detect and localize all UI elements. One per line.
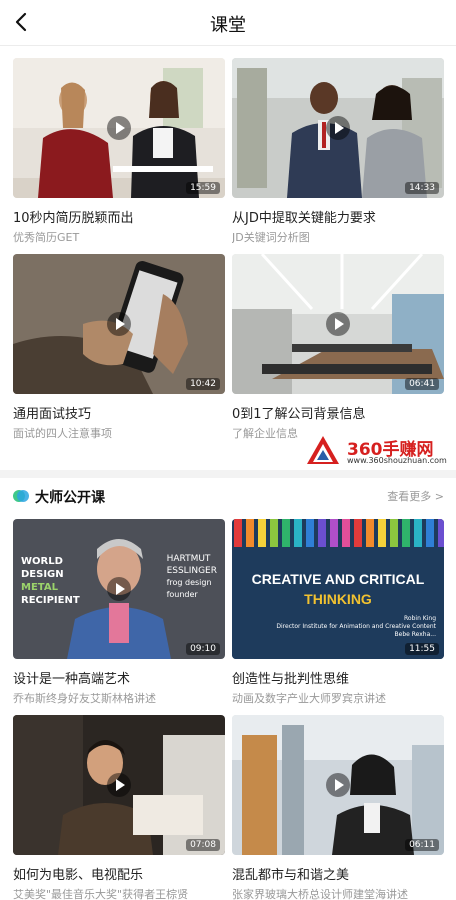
course-card[interactable]: 10:42 通用面试技巧 面试的四人注意事项 — [13, 254, 225, 441]
play-icon[interactable] — [326, 773, 350, 797]
master-class-icon — [13, 490, 29, 502]
watermark-url: www.360shouzhuan.com — [347, 456, 447, 465]
course-title: 从JD中提取关键能力要求 — [232, 211, 376, 226]
page-title: 课堂 — [210, 15, 246, 36]
duration-badge: 06:41 — [405, 378, 439, 390]
duration-badge: 10:42 — [186, 378, 220, 390]
thumb-caption-line: METAL — [21, 582, 58, 593]
thumb-caption-line: DESIGN — [21, 569, 64, 580]
course-card[interactable]: 14:33 从JD中提取关键能力要求 JD关键词分析图 — [232, 58, 444, 245]
top-nav-bar: 课堂 — [0, 0, 456, 46]
course-title: 0到1了解公司背景信息 — [232, 407, 366, 422]
duration-badge: 11:55 — [405, 643, 439, 655]
section-title: 大师公开课 — [35, 490, 105, 506]
course-card[interactable]: 06:41 0到1了解公司背景信息 了解企业信息 — [232, 254, 444, 441]
play-icon[interactable] — [107, 577, 131, 601]
thumb-caption-line: WORLD — [21, 556, 63, 567]
thumb-caption-line: HARTMUT — [166, 554, 211, 564]
course-title: 10秒内简历脱颖而出 — [13, 211, 134, 226]
course-title: 设计是一种高端艺术 — [13, 672, 131, 687]
play-icon[interactable] — [107, 773, 131, 797]
thumb-caption-line: RECIPIENT — [21, 595, 80, 606]
master-section-header: 大师公开课 查看更多 > — [13, 486, 444, 506]
banner-speaker-info: Robin King Director Institute for Animat… — [276, 615, 436, 639]
banner-speaker-extra: Bebe Rexha... — [394, 631, 436, 638]
thumb-caption-line: founder — [166, 590, 198, 599]
thumb-caption-right: HARTMUT ESSLINGER frog design founder — [167, 553, 217, 601]
watermark-logo-icon — [307, 436, 339, 464]
course-thumbnail[interactable]: CREATIVE AND CRITICAL THINKING Robin Kin… — [232, 519, 444, 659]
duration-badge: 14:33 — [405, 182, 439, 194]
banner-subheadline: THINKING — [304, 591, 372, 607]
course-subtitle: 面试的四人注意事项 — [13, 427, 112, 440]
play-icon[interactable] — [326, 312, 350, 336]
course-thumbnail[interactable]: WORLD DESIGN METAL RECIPIENT HARTMUT ESS… — [13, 519, 225, 659]
course-subtitle: JD关键词分析图 — [232, 231, 310, 244]
section-divider — [0, 470, 456, 478]
thumb-caption-left: WORLD DESIGN METAL RECIPIENT — [21, 555, 80, 607]
course-thumbnail[interactable]: 06:41 — [232, 254, 444, 394]
watermark: 360手赚网 www.360shouzhuan.com — [305, 432, 455, 470]
duration-badge: 07:08 — [186, 839, 220, 851]
play-icon[interactable] — [107, 116, 131, 140]
banner-headline: CREATIVE AND CRITICAL — [251, 571, 425, 587]
course-title: 混乱都市与和谐之美 — [232, 868, 350, 883]
duration-badge: 15:59 — [186, 182, 220, 194]
master-course-card[interactable]: CREATIVE AND CRITICAL THINKING Robin Kin… — [232, 519, 444, 706]
course-card[interactable]: 15:59 10秒内简历脱颖而出 优秀简历GET — [13, 58, 225, 245]
play-icon[interactable] — [326, 116, 350, 140]
course-subtitle: 优秀简历GET — [13, 231, 80, 244]
master-course-card[interactable]: 06:11 混乱都市与和谐之美 张家界玻璃大桥总设计师建堂海讲述 — [232, 715, 444, 900]
course-thumbnail[interactable]: 07:08 — [13, 715, 225, 855]
course-thumbnail[interactable]: 06:11 — [232, 715, 444, 855]
course-title: 通用面试技巧 — [13, 407, 92, 422]
course-title: 如何为电影、电视配乐 — [13, 868, 144, 883]
view-more-link[interactable]: 查看更多 > — [387, 488, 444, 504]
course-thumbnail[interactable]: 10:42 — [13, 254, 225, 394]
course-subtitle: 张家界玻璃大桥总设计师建堂海讲述 — [232, 888, 408, 900]
master-course-card[interactable]: 07:08 如何为电影、电视配乐 艾美奖"最佳音乐大奖"获得者王棕贤 — [13, 715, 225, 900]
thumb-caption-line: frog design — [166, 578, 212, 587]
course-title: 创造性与批判性思维 — [232, 672, 350, 687]
course-subtitle: 动画及数字产业大师罗宾京讲述 — [232, 692, 386, 705]
duration-badge: 06:11 — [405, 839, 439, 851]
play-icon[interactable] — [107, 312, 131, 336]
course-thumbnail[interactable]: 14:33 — [232, 58, 444, 198]
thumb-caption-line: ESSLINGER — [166, 566, 217, 576]
course-thumbnail[interactable]: 15:59 — [13, 58, 225, 198]
course-subtitle: 艾美奖"最佳音乐大奖"获得者王棕贤 — [13, 888, 189, 900]
banner-speaker-name: Robin King — [404, 615, 436, 622]
master-course-card[interactable]: WORLD DESIGN METAL RECIPIENT HARTMUT ESS… — [13, 519, 225, 706]
duration-badge: 09:10 — [186, 643, 220, 655]
course-subtitle: 乔布斯终身好友艾斯林格讲述 — [13, 692, 156, 705]
banner-speaker-role: Director Institute for Animation and Cre… — [276, 623, 436, 630]
